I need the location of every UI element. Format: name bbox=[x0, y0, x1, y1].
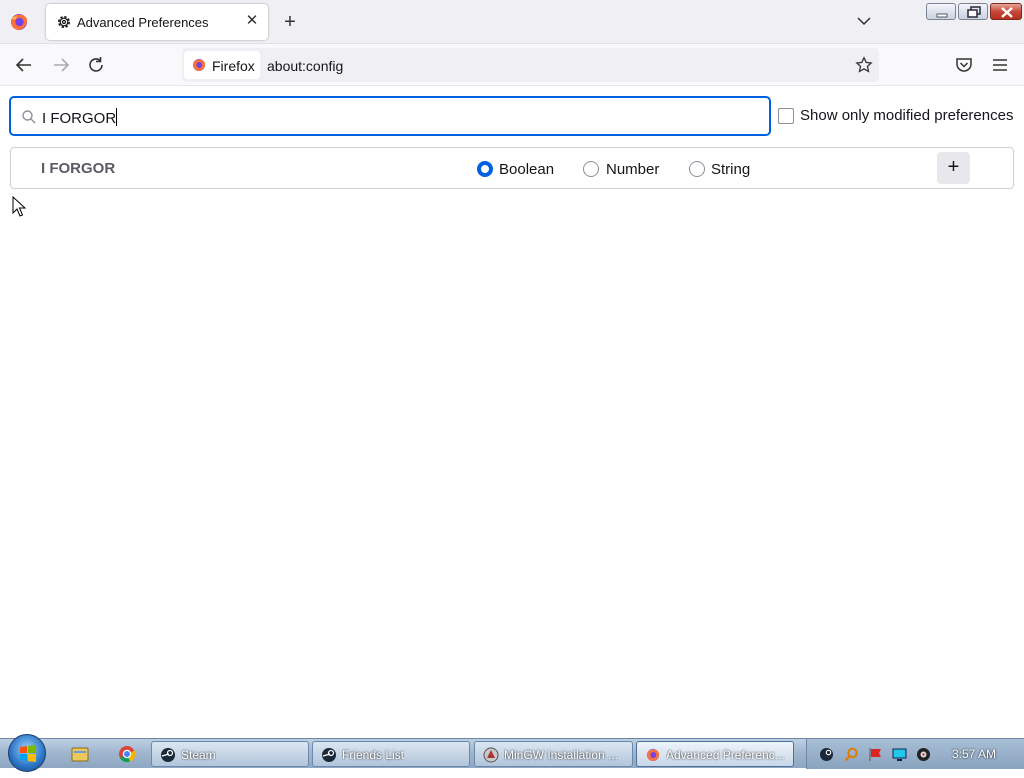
new-preference-row: I FORGOR Boolean Number String + bbox=[10, 147, 1014, 189]
start-button[interactable] bbox=[8, 734, 46, 772]
identity-box[interactable]: Firefox bbox=[184, 51, 260, 79]
identity-label: Firefox bbox=[212, 58, 255, 74]
search-input[interactable]: I FORGOR bbox=[9, 96, 771, 136]
taskbar-window-label: Steam bbox=[181, 748, 216, 762]
pocket-icon[interactable] bbox=[953, 54, 975, 76]
firefox-icon bbox=[193, 59, 206, 71]
steam-icon bbox=[161, 748, 175, 762]
taskbar-window-label: Advanced Preferenc... bbox=[666, 748, 785, 762]
chrome-icon[interactable] bbox=[117, 745, 137, 763]
forward-arrow-icon[interactable] bbox=[50, 54, 72, 76]
tab-advanced-preferences[interactable]: Advanced Preferences ✕ bbox=[46, 4, 268, 40]
clock: 3:57 AM bbox=[952, 747, 997, 761]
add-preference-button[interactable]: + bbox=[937, 152, 970, 184]
radio-string-label[interactable]: String bbox=[711, 161, 750, 178]
tab-title: Advanced Preferences bbox=[77, 15, 209, 30]
system-tray: 3:57 AM bbox=[806, 739, 1024, 769]
bookmark-star-icon[interactable] bbox=[855, 56, 873, 74]
close-tab-icon[interactable]: ✕ bbox=[244, 13, 260, 29]
mingw-icon bbox=[483, 747, 499, 763]
text-caret bbox=[116, 108, 118, 126]
url-text[interactable]: about:config bbox=[267, 58, 343, 74]
search-value: I FORGOR bbox=[42, 108, 118, 127]
radio-string[interactable] bbox=[689, 161, 705, 177]
taskbar-window-firefox[interactable]: Advanced Preferenc... bbox=[636, 741, 794, 767]
explorer-icon[interactable] bbox=[70, 745, 90, 763]
radio-number[interactable] bbox=[583, 161, 599, 177]
firefox-icon bbox=[647, 749, 660, 761]
search-icon bbox=[22, 110, 36, 124]
taskbar-window-friends-list[interactable]: Friends List bbox=[312, 741, 470, 767]
preference-name: I FORGOR bbox=[41, 160, 116, 177]
mouse-cursor-icon bbox=[12, 196, 27, 217]
minimize-button[interactable] bbox=[926, 3, 956, 20]
taskbar-window-label: MinGW Installation ... bbox=[504, 748, 619, 762]
radio-boolean-label[interactable]: Boolean bbox=[499, 161, 554, 178]
hamburger-menu-icon[interactable] bbox=[989, 54, 1011, 76]
search-tray-icon[interactable] bbox=[844, 747, 859, 762]
url-bar[interactable]: Firefox about:config bbox=[182, 48, 879, 82]
taskbar-window-mingw[interactable]: MinGW Installation ... bbox=[474, 741, 633, 767]
new-tab-icon[interactable]: + bbox=[280, 12, 300, 32]
radio-boolean[interactable] bbox=[477, 161, 493, 177]
restore-button[interactable] bbox=[958, 3, 988, 20]
media-tray-icon[interactable] bbox=[916, 747, 931, 762]
flag-tray-icon[interactable] bbox=[868, 747, 883, 762]
network-tray-icon[interactable] bbox=[892, 747, 907, 762]
radio-number-label[interactable]: Number bbox=[606, 161, 659, 178]
steam-icon bbox=[322, 748, 336, 762]
close-window-button[interactable] bbox=[990, 3, 1022, 20]
firefox-menu-icon[interactable] bbox=[8, 11, 30, 33]
show-modified-checkbox[interactable] bbox=[778, 108, 794, 124]
back-arrow-icon[interactable] bbox=[13, 54, 35, 76]
taskbar-window-label: Friends List bbox=[342, 748, 405, 762]
chevron-down-icon[interactable] bbox=[855, 14, 873, 28]
reload-icon[interactable] bbox=[85, 54, 107, 76]
windows-logo-icon bbox=[20, 745, 36, 762]
navigation-toolbar: Firefox about:config bbox=[0, 44, 1024, 86]
steam-tray-icon[interactable] bbox=[819, 747, 834, 762]
gear-icon bbox=[58, 16, 70, 28]
windows-taskbar: Steam Friends List MinGW Installation ..… bbox=[0, 734, 1024, 772]
tab-strip: Advanced Preferences ✕ + bbox=[0, 0, 1024, 44]
taskbar-window-steam[interactable]: Steam bbox=[151, 741, 309, 767]
show-modified-label[interactable]: Show only modified preferences bbox=[800, 107, 1013, 124]
